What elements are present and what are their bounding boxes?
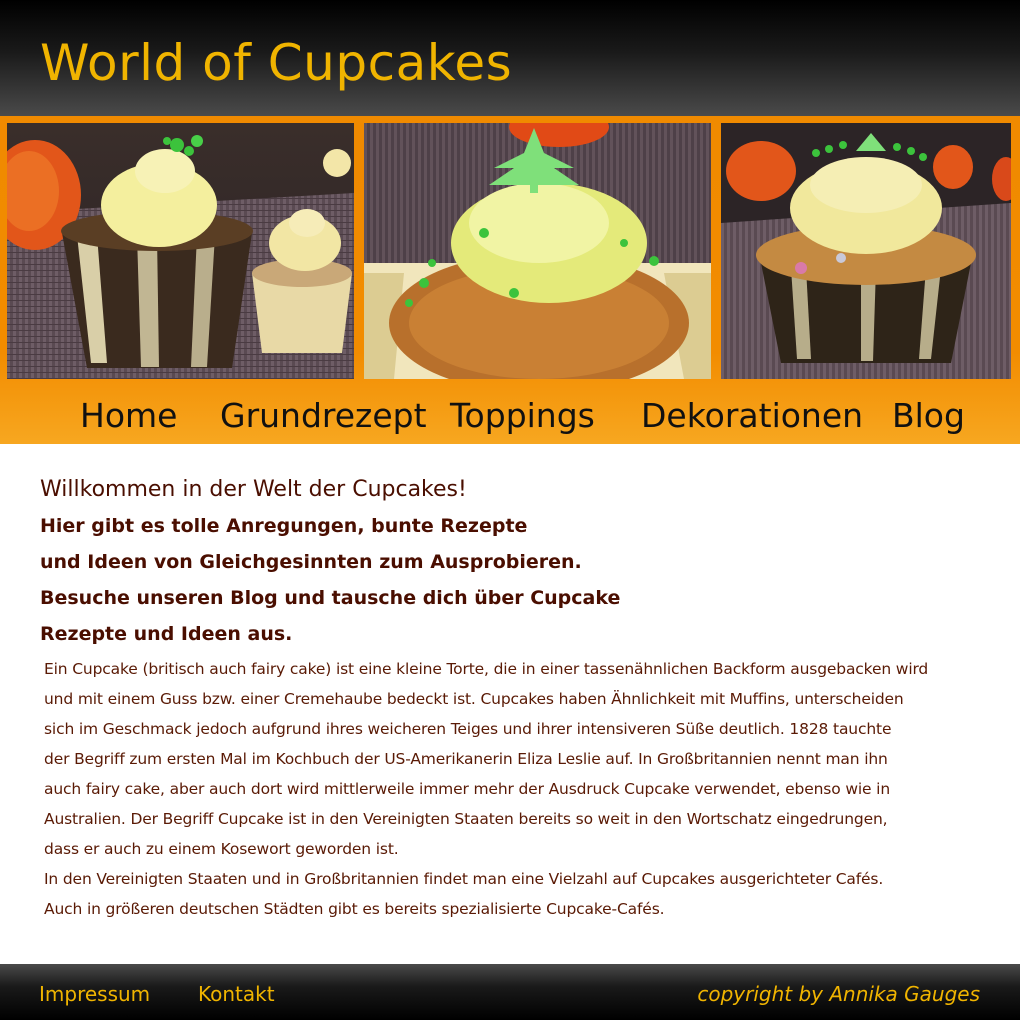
body-line: Ein Cupcake (britisch auch fairy cake) i… [44, 660, 929, 678]
cupcake-photo-2 [364, 123, 711, 379]
nav-item-dekorationen[interactable]: Dekorationen [641, 396, 863, 436]
footer-copyright: copyright by Annika Gauges [697, 982, 980, 1006]
body-line: In den Vereinigten Staaten und in Großbr… [44, 870, 884, 888]
intro-line: Besuche unseren Blog und tausche dich üb… [40, 587, 621, 609]
site-header: World of Cupcakes [0, 0, 1020, 116]
body-line: Auch in größeren deutschen Städten gibt … [44, 900, 665, 918]
main-nav: Home Grundrezept Toppings Dekorationen B… [0, 388, 1020, 444]
body-line: auch fairy cake, aber auch dort wird mit… [44, 780, 890, 798]
welcome-heading: Willkommen in der Welt der Cupcakes! [40, 477, 467, 502]
body-line: dass er auch zu einem Kosewort geworden … [44, 840, 399, 858]
body-line: der Begriff zum ersten Mal im Kochbuch d… [44, 750, 888, 768]
intro-line: Hier gibt es tolle Anregungen, bunte Rez… [40, 515, 528, 537]
body-line: sich im Geschmack jedoch aufgrund ihres … [44, 720, 892, 738]
cupcake-photo-1 [7, 123, 354, 379]
intro-line: Rezepte und Ideen aus. [40, 623, 293, 645]
site-title: World of Cupcakes [40, 34, 513, 92]
footer-link-impressum[interactable]: Impressum [39, 982, 150, 1006]
footer-link-kontakt[interactable]: Kontakt [198, 982, 275, 1006]
body-text: Ein Cupcake (britisch auch fairy cake) i… [40, 654, 990, 924]
body-line: und mit einem Guss bzw. einer Cremehaube… [44, 690, 904, 708]
nav-item-grundrezept[interactable]: Grundrezept [220, 396, 427, 436]
hero-band: Home Grundrezept Toppings Dekorationen B… [0, 116, 1020, 444]
body-line: Australien. Der Begriff Cupcake ist in d… [44, 810, 888, 828]
nav-item-blog[interactable]: Blog [892, 396, 965, 436]
intro-line: und Ideen von Gleichgesinnten zum Auspro… [40, 551, 582, 573]
main-content: Willkommen in der Welt der Cupcakes! Hie… [40, 472, 990, 924]
site-footer: Impressum Kontakt copyright by Annika Ga… [0, 964, 1020, 1020]
nav-item-home[interactable]: Home [80, 396, 177, 436]
nav-item-toppings[interactable]: Toppings [450, 396, 595, 436]
cupcake-photo-3 [721, 123, 1011, 379]
